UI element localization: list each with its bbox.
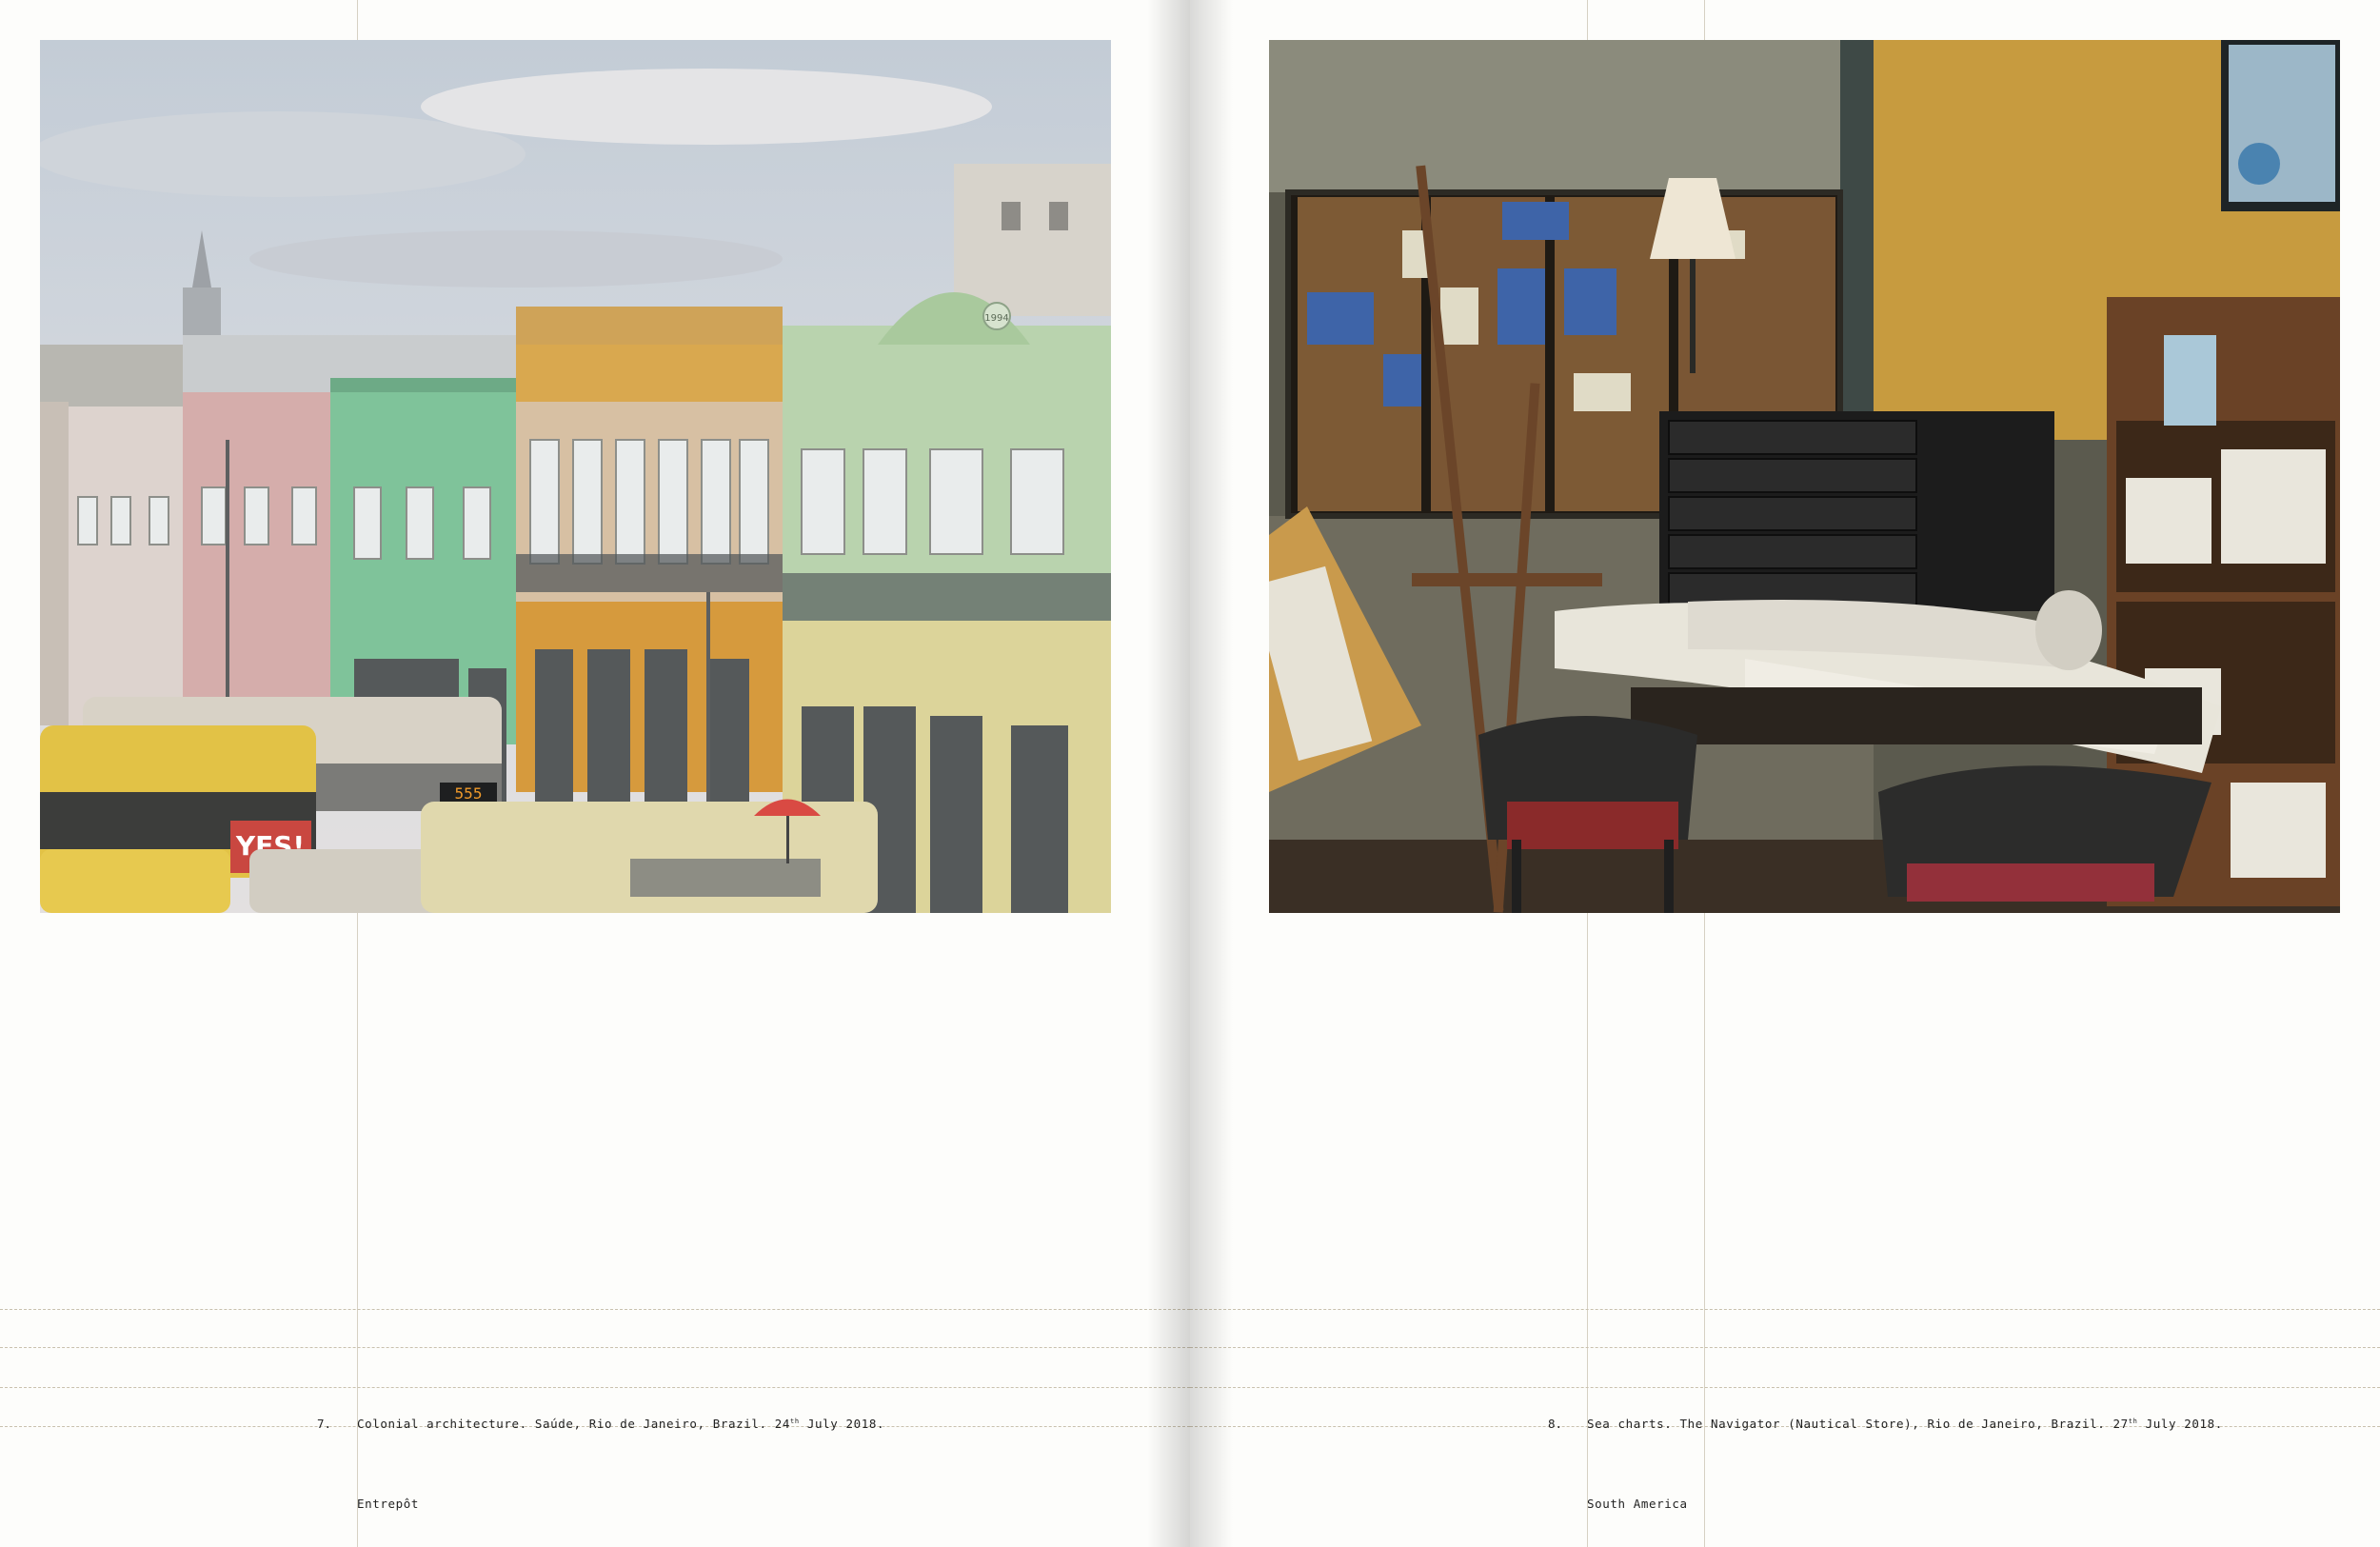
caption-text-end: July 2018. <box>799 1417 885 1431</box>
photo-colonial-architecture: YES! 555 1994 <box>40 40 1111 913</box>
baseline-guide <box>0 1309 1190 1310</box>
right-page: 8. Sea charts. The Navigator (Nautical S… <box>1190 0 2380 1547</box>
baseline-guide <box>1190 1309 2380 1310</box>
photo-caption: Sea charts. The Navigator (Nautical Stor… <box>1587 1417 2223 1431</box>
left-page: YES! 555 1994 7. Colonial architecture. … <box>0 0 1190 1547</box>
baseline-guide <box>0 1387 1190 1388</box>
caption-ordinal-suffix: th <box>790 1418 800 1425</box>
gutter-shadow <box>1147 0 1190 1547</box>
caption-ordinal-suffix: th <box>2128 1418 2138 1425</box>
photo-caption: Colonial architecture. Saúde, Rio de Jan… <box>357 1417 884 1431</box>
caption-text-end: July 2018. <box>2137 1417 2223 1431</box>
facade-year-text: 1994 <box>984 313 1008 324</box>
plate-number: 7. <box>317 1417 332 1431</box>
caption-text: Colonial architecture. Saúde, Rio de Jan… <box>357 1417 791 1431</box>
plate-number: 8. <box>1548 1417 1563 1431</box>
baseline-guide <box>1190 1347 2380 1348</box>
baseline-guide <box>0 1347 1190 1348</box>
running-footer: Entrepôt <box>357 1497 420 1511</box>
gutter-shadow <box>1190 0 1233 1547</box>
caption-text: Sea charts. The Navigator (Nautical Stor… <box>1587 1417 2129 1431</box>
baseline-guide <box>1190 1387 2380 1388</box>
bus-destination-display: 555 <box>455 784 483 803</box>
photo-sea-charts <box>1269 40 2340 913</box>
running-footer: South America <box>1587 1497 1688 1511</box>
